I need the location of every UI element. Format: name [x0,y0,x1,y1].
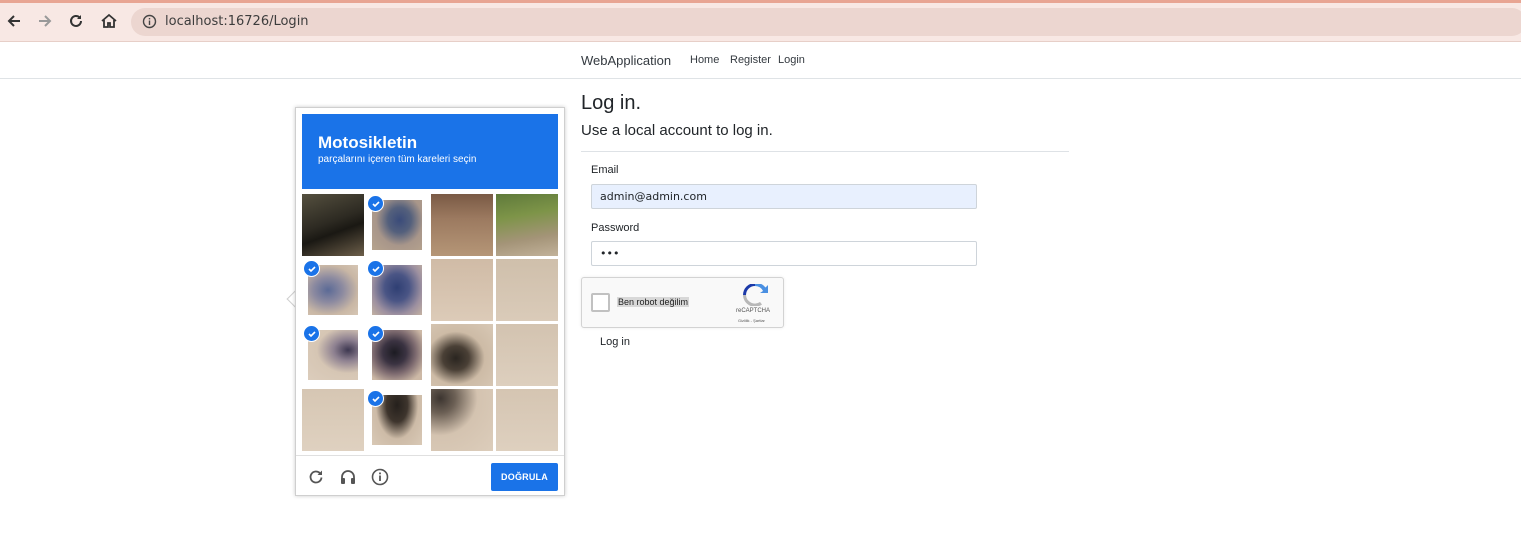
reload-icon[interactable] [307,468,325,486]
captcha-tile-7[interactable] [496,259,558,321]
captcha-tile-0[interactable] [302,194,364,256]
nav-link-home[interactable]: Home [690,54,719,66]
recaptcha-terms[interactable]: Gizlilik - Şartlar [738,318,765,323]
captcha-tile-15[interactable] [496,389,558,451]
browser-toolbar: localhost:16726/Login [0,0,1521,42]
login-button[interactable]: Log in [600,336,630,348]
recaptcha-checkbox[interactable] [591,293,610,312]
selected-check-icon [303,260,320,277]
info-icon[interactable] [371,468,389,486]
captcha-tile-11[interactable] [496,324,558,386]
site-navbar: WebApplication Home Register Login [0,42,1521,79]
url-text: localhost:16726/Login [165,14,309,29]
forward-button[interactable] [35,11,55,31]
tab-strip-edge [0,0,1521,3]
email-field[interactable] [591,184,977,209]
captcha-tile-4[interactable] [302,259,364,321]
forward-arrow-icon [39,15,52,27]
selected-check-icon [367,260,384,277]
verify-button[interactable]: DOĞRULA [491,463,558,491]
captcha-challenge-dialog: Motosikletin parçalarını içeren tüm kare… [295,107,565,496]
back-arrow-icon [7,15,20,27]
captcha-tile-8[interactable] [302,324,364,386]
captcha-tile-2[interactable] [431,194,493,256]
password-label: Password [591,222,640,234]
page-title: Log in. [581,92,642,114]
challenge-title: Motosikletin [318,133,418,152]
reload-button[interactable] [66,11,86,31]
selected-check-icon [367,325,384,342]
recaptcha-logo-icon [742,282,768,311]
recaptcha-widget: Ben robot değilim reCAPTCHA Gizlilik - Ş… [581,277,784,328]
nav-link-register[interactable]: Register [730,54,771,66]
password-field[interactable] [591,241,977,266]
nav-link-login[interactable]: Login [778,54,805,66]
page-subtitle: Use a local account to log in. [581,122,773,139]
recaptcha-brand: reCAPTCHA [736,308,771,314]
challenge-header: Motosikletin parçalarını içeren tüm kare… [302,114,558,189]
selected-check-icon [303,325,320,342]
email-label: Email [591,164,619,176]
captcha-tile-9[interactable] [366,324,428,386]
challenge-instructions: parçalarını içeren tüm kareleri seçin [318,154,477,165]
address-bar[interactable]: localhost:16726/Login [131,8,1521,36]
captcha-tile-6[interactable] [431,259,493,321]
captcha-tile-3[interactable] [496,194,558,256]
captcha-tile-13[interactable] [366,389,428,451]
home-button[interactable] [99,11,119,31]
captcha-tile-1[interactable] [366,194,428,256]
recaptcha-label: Ben robot değilim [617,297,690,307]
reload-arrow-icon [70,14,82,27]
captcha-tile-10[interactable] [431,324,493,386]
back-button[interactable] [4,11,24,31]
audio-icon[interactable] [339,468,357,486]
challenge-footer: DOĞRULA [296,455,564,495]
captcha-tile-5[interactable] [366,259,428,321]
selected-check-icon [367,195,384,212]
captcha-tile-12[interactable] [302,389,364,451]
site-info-icon[interactable] [142,14,157,34]
captcha-tile-14[interactable] [431,389,493,451]
navbar-brand[interactable]: WebApplication [581,53,671,68]
challenge-image-grid [302,194,558,451]
divider [581,151,1069,152]
selected-check-icon [367,390,384,407]
home-icon [101,13,117,28]
